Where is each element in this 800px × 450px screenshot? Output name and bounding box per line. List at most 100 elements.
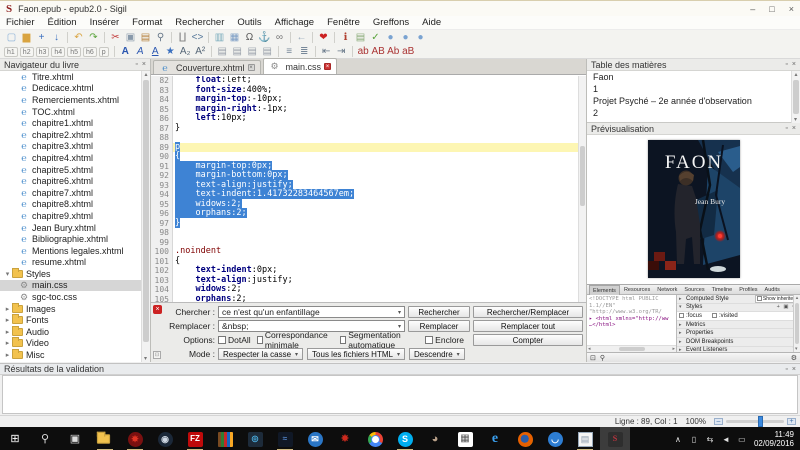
tree-item-main-css[interactable]: ⚙main.css: [0, 280, 141, 292]
code-line[interactable]: 98: [151, 228, 586, 238]
menu-dition[interactable]: Édition: [48, 17, 77, 28]
mode-descendre[interactable]: Descendre▾: [409, 348, 465, 360]
chevron-down-icon[interactable]: ▾: [398, 309, 401, 316]
find-input[interactable]: ce n'est qu'un enfantillage▾: [218, 306, 405, 318]
menu-ins-rer[interactable]: Insérer: [90, 17, 120, 28]
menu-format[interactable]: Format: [132, 17, 162, 28]
close-tab-icon[interactable]: ×: [248, 64, 255, 71]
save-icon[interactable]: ↓: [49, 31, 64, 44]
gear-icon[interactable]: ⚙: [791, 354, 797, 362]
tree-item-chapitre6-xhtml[interactable]: ℮chapitre6.xhtml: [0, 175, 141, 187]
tree-item-chapitre2-xhtml[interactable]: ℮chapitre2.xhtml: [0, 129, 141, 141]
firefox-icon[interactable]: [510, 427, 540, 450]
outdent-icon[interactable]: ⇤: [319, 45, 334, 58]
option-segmentation-automatique[interactable]: Segmentation automatique: [340, 330, 419, 350]
index-icon[interactable]: ▤: [353, 31, 368, 44]
skype-icon[interactable]: S: [390, 427, 420, 450]
close-tab-icon[interactable]: ×: [324, 63, 331, 70]
link-icon[interactable]: ∞: [272, 31, 287, 44]
code-line[interactable]: 89p: [151, 143, 586, 153]
editor-scrollbar[interactable]: [578, 76, 586, 302]
maximize-button[interactable]: □: [769, 4, 774, 14]
volume-icon[interactable]: ◄: [718, 435, 734, 444]
superscript-icon[interactable]: A²: [193, 45, 208, 58]
clip3-icon[interactable]: ●: [413, 31, 428, 44]
inspector-section-properties[interactable]: ▸Properties: [677, 329, 800, 338]
tree-item-chapitre9-xhtml[interactable]: ℮chapitre9.xhtml: [0, 210, 141, 222]
checkbox-icon[interactable]: [757, 296, 762, 301]
edge-icon[interactable]: e: [480, 427, 510, 450]
tree-item-audio[interactable]: ▸Audio: [0, 326, 141, 338]
case-upper-icon[interactable]: AB: [371, 45, 386, 58]
filezilla-icon[interactable]: FZ: [180, 427, 210, 450]
find-button[interactable]: Rechercher: [408, 306, 470, 318]
undo-icon[interactable]: ↶: [71, 31, 86, 44]
notepad-icon[interactable]: ▤: [570, 427, 600, 450]
calibre-icon[interactable]: [210, 427, 240, 450]
code-line[interactable]: 96 orphans:2;: [151, 209, 586, 219]
inspector-tab-profiles[interactable]: Profiles: [736, 285, 760, 295]
chrome-icon[interactable]: [360, 427, 390, 450]
back-icon[interactable]: ←: [294, 31, 309, 44]
inspector-tab-elements[interactable]: Elements: [589, 285, 620, 295]
spellcheck-icon[interactable]: ✓: [368, 31, 383, 44]
tree-item-jean-bury-xhtml[interactable]: ℮Jean Bury.xhtml: [0, 222, 141, 234]
heading-p-button[interactable]: p: [99, 47, 109, 57]
inspector-tab-sources[interactable]: Sources: [681, 285, 707, 295]
inspector-vscrollbar[interactable]: ▴▾: [793, 295, 800, 352]
code-line[interactable]: 105 orphans:2;: [151, 295, 586, 303]
music-app-icon[interactable]: ◎: [240, 427, 270, 450]
taskbar-clock[interactable]: 11:49 02/09/2016: [750, 427, 800, 450]
qbittorrent-icon[interactable]: ◡: [540, 427, 570, 450]
bold-icon[interactable]: A: [118, 45, 133, 58]
checkbox-icon[interactable]: [712, 313, 717, 318]
float-panel-icon[interactable]: ▫: [785, 125, 787, 132]
mode-tous-les-fichiers-html[interactable]: Tous les fichiers HTML▾: [307, 348, 405, 360]
strikethrough-icon[interactable]: ★: [163, 45, 178, 58]
tree-item-dedicace-xhtml[interactable]: ℮Dedicace.xhtml: [0, 83, 141, 95]
tree-item-misc[interactable]: ▸Misc: [0, 349, 141, 361]
zoom-slider-handle[interactable]: [758, 416, 763, 427]
sigil-taskbar-icon[interactable]: S: [600, 427, 630, 450]
minimize-button[interactable]: –: [750, 4, 755, 14]
start-button[interactable]: ⊞: [0, 427, 30, 450]
indent-icon[interactable]: ⇥: [334, 45, 349, 58]
mode-respecter-la-casse[interactable]: Respecter la casse▾: [218, 348, 303, 360]
red-claw-icon[interactable]: ✸: [330, 427, 360, 450]
task-view-icon[interactable]: ▣: [60, 427, 90, 450]
menu-affichage[interactable]: Affichage: [275, 17, 314, 28]
steam-icon[interactable]: ◉: [150, 427, 180, 450]
zoom-out-button[interactable]: –: [714, 418, 723, 425]
align-justify-icon[interactable]: ▤: [260, 45, 275, 58]
special-character-icon[interactable]: Ω: [242, 31, 257, 44]
donate-icon[interactable]: ❤: [316, 31, 331, 44]
option-correspondance-minimale[interactable]: Correspondance minimale: [257, 330, 334, 350]
float-panel-icon[interactable]: ▫: [785, 366, 787, 373]
checkbox-icon[interactable]: [218, 336, 226, 344]
menu-fen-tre[interactable]: Fenêtre: [327, 17, 360, 28]
heading-h4-button[interactable]: h4: [51, 47, 65, 57]
heading-h1-button[interactable]: h1: [4, 47, 18, 57]
tab-main-css[interactable]: ⚙main.css×: [263, 58, 338, 74]
close-panel-icon[interactable]: ×: [792, 366, 796, 373]
close-panel-icon[interactable]: ×: [142, 61, 146, 68]
italic-icon[interactable]: A: [133, 45, 148, 58]
tree-item-chapitre4-xhtml[interactable]: ℮chapitre4.xhtml: [0, 152, 141, 164]
toc-entry-2[interactable]: 2: [587, 107, 800, 119]
clip2-icon[interactable]: ●: [398, 31, 413, 44]
inspector-tab-network[interactable]: Network: [654, 285, 680, 295]
inspector-hscrollbar[interactable]: ◂▸: [587, 345, 676, 352]
tree-item-images[interactable]: ▸Images: [0, 303, 141, 315]
inspector-section-styles[interactable]: ▾Styles+ ▣ ⚙: [677, 304, 800, 313]
code-line[interactable]: 88: [151, 133, 586, 143]
toc-scrollbar[interactable]: ▴▾: [791, 71, 800, 123]
align-left-icon[interactable]: ▤: [215, 45, 230, 58]
option-dotall[interactable]: DotAll: [218, 330, 251, 350]
menu-rechercher[interactable]: Rechercher: [175, 17, 224, 28]
notifications-icon[interactable]: ▭: [734, 435, 750, 444]
checkbox-icon[interactable]: [257, 336, 263, 344]
float-panel-icon[interactable]: ▫: [785, 61, 787, 68]
inspector-search-icon[interactable]: ⚲: [600, 354, 605, 362]
underline-icon[interactable]: A: [148, 45, 163, 58]
checkbox-icon[interactable]: [425, 336, 433, 344]
